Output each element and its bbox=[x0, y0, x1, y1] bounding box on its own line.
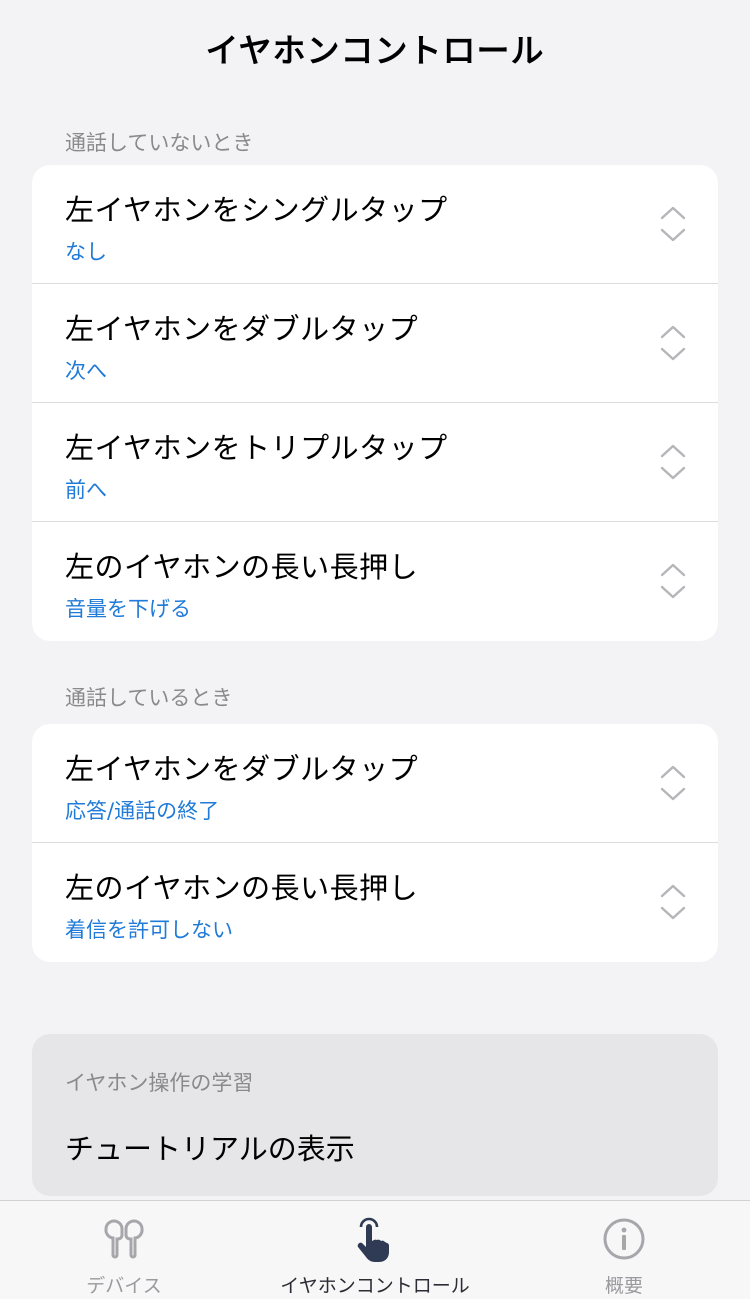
setting-title: 左イヤホンをダブルタップ bbox=[65, 312, 419, 346]
setting-value: 前へ bbox=[65, 478, 107, 502]
tab-overview[interactable]: 概要 bbox=[574, 1201, 674, 1299]
chevron-up-down-icon bbox=[660, 443, 686, 481]
earphone-tutorial-card: イヤホン操作の学習 チュートリアルの表示 bbox=[32, 1034, 718, 1196]
chevron-up-down-icon bbox=[660, 324, 686, 362]
tab-earphone-control[interactable]: イヤホンコントロール bbox=[270, 1201, 480, 1299]
setting-row-single-tap[interactable]: 左イヤホンをシングルタップ なし bbox=[32, 165, 718, 284]
setting-row-call-double-tap[interactable]: 左イヤホンをダブルタップ 応答/通話の終了 bbox=[32, 724, 718, 843]
chevron-up-down-icon bbox=[660, 764, 686, 802]
setting-value: 次へ bbox=[65, 359, 107, 383]
setting-value: なし bbox=[65, 240, 107, 264]
setting-value: 着信を許可しない bbox=[65, 918, 233, 942]
tab-label: イヤホンコントロール bbox=[280, 1275, 470, 1297]
tab-bar: デバイス イヤホンコントロール 概要 bbox=[0, 1200, 750, 1299]
earbuds-icon bbox=[102, 1215, 146, 1263]
chevron-up-down-icon bbox=[660, 883, 686, 921]
settings-group-in-call: 左イヤホンをダブルタップ 応答/通話の終了 左のイヤホンの長い長押し 着信を許可… bbox=[32, 724, 718, 962]
page-title: イヤホンコントロール bbox=[205, 31, 545, 70]
info-icon bbox=[602, 1215, 646, 1263]
tab-label: 概要 bbox=[604, 1275, 643, 1297]
settings-group-not-in-call: 左イヤホンをシングルタップ なし 左イヤホンをダブルタップ 次へ 左イヤホンをト… bbox=[32, 165, 718, 641]
setting-row-double-tap[interactable]: 左イヤホンをダブルタップ 次へ bbox=[32, 284, 718, 403]
tab-label: デバイス bbox=[86, 1275, 162, 1297]
setting-title: 左のイヤホンの長い長押し bbox=[65, 550, 419, 584]
show-tutorial-link[interactable]: チュートリアルの表示 bbox=[65, 1126, 355, 1168]
chevron-up-down-icon bbox=[660, 205, 686, 243]
tap-hand-icon bbox=[353, 1215, 397, 1263]
setting-value: 音量を下げる bbox=[65, 597, 191, 621]
tutorial-section-label: イヤホン操作の学習 bbox=[65, 1071, 254, 1095]
setting-row-long-press[interactable]: 左のイヤホンの長い長押し 音量を下げる bbox=[32, 522, 718, 641]
section-label-in-call: 通話しているとき bbox=[65, 686, 233, 710]
setting-row-triple-tap[interactable]: 左イヤホンをトリプルタップ 前へ bbox=[32, 403, 718, 522]
earphone-control-screen: イヤホンコントロール 通話していないとき 左イヤホンをシングルタップ なし 左イ… bbox=[0, 0, 750, 1299]
setting-row-call-long-press[interactable]: 左のイヤホンの長い長押し 着信を許可しない bbox=[32, 843, 718, 962]
nav-header: イヤホンコントロール bbox=[0, 0, 750, 100]
setting-title: 左のイヤホンの長い長押し bbox=[65, 871, 419, 905]
setting-title: 左イヤホンをトリプルタップ bbox=[65, 431, 448, 465]
setting-title: 左イヤホンをシングルタップ bbox=[65, 193, 448, 227]
tab-devices[interactable]: デバイス bbox=[64, 1201, 184, 1299]
setting-title: 左イヤホンをダブルタップ bbox=[65, 752, 419, 786]
chevron-up-down-icon bbox=[660, 562, 686, 600]
section-label-not-in-call: 通話していないとき bbox=[65, 131, 254, 155]
setting-value: 応答/通話の終了 bbox=[65, 799, 220, 823]
